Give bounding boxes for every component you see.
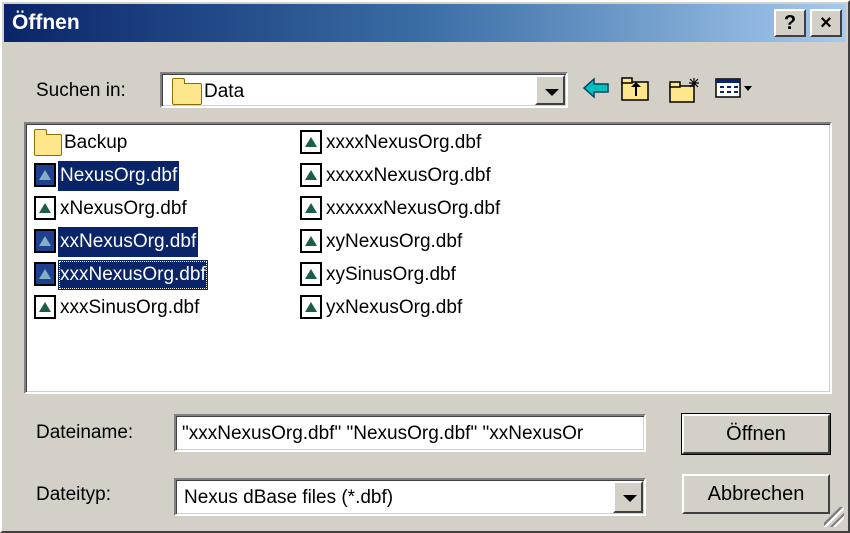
filetype-value: Nexus dBase files (*.dbf): [184, 487, 394, 508]
open-dialog: Öffnen ? × Suchen in: Data Backup NexusOr…: [0, 0, 850, 533]
filetype-combobox[interactable]: Nexus dBase files (*.dbf): [174, 478, 646, 516]
file-name-label: NexusOrg.dbf: [58, 161, 180, 191]
folder-up-icon[interactable]: [620, 76, 650, 102]
dbf-file-icon: [300, 130, 322, 154]
file-name-label: xySinusOrg.dbf: [326, 264, 456, 285]
file-name-label: xNexusOrg.dbf: [60, 198, 187, 219]
dbf-file-icon: [34, 262, 56, 286]
file-name-label: yxNexusOrg.dbf: [326, 297, 463, 318]
file-name-label: xxxxNexusOrg.dbf: [326, 132, 482, 153]
new-folder-icon[interactable]: [668, 76, 702, 104]
filetype-label: Dateityp:: [36, 484, 111, 505]
folder-icon: [34, 129, 62, 156]
folder-icon: [172, 78, 202, 105]
dbf-file-icon: [34, 196, 56, 220]
file-name-label: xxxNexusOrg.dbf: [58, 260, 208, 290]
file-name-label: xxxSinusOrg.dbf: [60, 297, 200, 318]
lookin-dropdown-button[interactable]: [535, 75, 565, 105]
filetype-dropdown-button[interactable]: [613, 481, 643, 513]
dialog-title: Öffnen: [12, 11, 80, 34]
file-name-label: xxxxxxNexusOrg.dbf: [326, 198, 501, 219]
title-bar[interactable]: Öffnen ? ×: [4, 4, 846, 42]
view-menu-icon[interactable]: [714, 76, 754, 100]
dbf-file-icon: [300, 229, 322, 253]
dbf-file-icon: [34, 163, 56, 187]
filename-value: "xxxNexusOrg.dbf" "NexusOrg.dbf" "xxNexu…: [182, 423, 584, 444]
file-name-label: xxNexusOrg.dbf: [58, 227, 199, 257]
cancel-button[interactable]: Abbrechen: [682, 474, 830, 514]
dbf-file-icon: [34, 295, 56, 319]
dbf-file-icon: [34, 229, 56, 253]
resize-grip[interactable]: [824, 507, 844, 527]
dbf-file-icon: [300, 163, 322, 187]
file-name-label: xxxxxNexusOrg.dbf: [326, 165, 491, 186]
lookin-value: Data: [204, 81, 245, 102]
file-list[interactable]: Backup NexusOrg.dbf xNexusOrg.dbf xxNexusOr…: [24, 122, 832, 394]
file-name-label: xyNexusOrg.dbf: [326, 231, 463, 252]
filename-input[interactable]: "xxxNexusOrg.dbf" "NexusOrg.dbf" "xxNexu…: [174, 414, 646, 452]
dbf-file-icon: [300, 295, 322, 319]
help-button[interactable]: ?: [774, 9, 806, 37]
dbf-file-icon: [300, 262, 322, 286]
file-name-label: Backup: [64, 132, 128, 153]
arrow-left-icon[interactable]: [582, 76, 610, 100]
filename-label: Dateiname:: [36, 422, 134, 443]
open-button[interactable]: Öffnen: [681, 413, 831, 455]
dbf-file-icon: [300, 196, 322, 220]
lookin-combobox[interactable]: Data: [160, 72, 568, 108]
lookin-label: Suchen in:: [36, 80, 126, 101]
close-button[interactable]: ×: [810, 9, 842, 37]
